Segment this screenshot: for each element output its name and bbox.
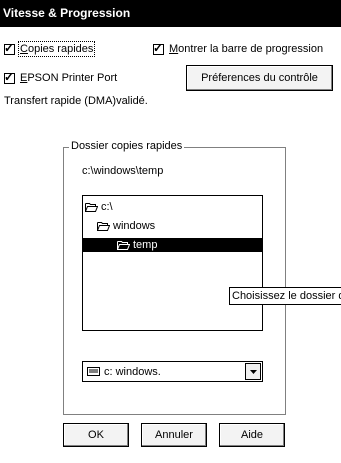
help-button[interactable]: Aide <box>219 423 285 447</box>
check-mark-icon: ✓ <box>4 40 15 55</box>
tree-item-label: windows <box>113 220 156 232</box>
tree-item-c-root[interactable]: c:\ <box>85 200 113 214</box>
ok-button-label: OK <box>88 429 104 441</box>
epson-port-checkbox[interactable]: ✓ EPSON Printer Port <box>4 69 118 84</box>
cancel-button[interactable]: Annuler <box>141 423 207 447</box>
checkbox-box[interactable]: ✓ <box>4 40 15 55</box>
current-path-text: c:\windows\temp <box>82 165 164 177</box>
check-mark-icon: ✓ <box>4 69 15 84</box>
drive-select-value: c: windows. <box>104 365 161 378</box>
drive-icon <box>87 367 100 376</box>
check-mark-icon: ✓ <box>153 40 164 55</box>
tooltip-text: Choisissez le dossier de <box>232 290 341 302</box>
montrer-barre-label: Montrer la barre de progression <box>169 43 324 55</box>
open-folder-icon <box>117 241 130 250</box>
dropdown-arrow-button[interactable] <box>245 363 261 380</box>
window-title: Vitesse & Progression <box>3 6 131 20</box>
title-bar: Vitesse & Progression <box>0 0 341 27</box>
folder-group-label: Dossier copies rapides <box>69 140 185 152</box>
dialog-panel: ✓ Copies rapides ✓ Montrer la barre de p… <box>0 27 341 463</box>
tree-item-windows[interactable]: windows <box>97 219 155 233</box>
folder-tree-list[interactable]: c:\ windows temp <box>82 195 263 331</box>
dma-status-text: Transfert rapide (DMA)validé. <box>4 95 148 107</box>
copies-rapides-checkbox[interactable]: ✓ Copies rapides <box>4 40 96 57</box>
tree-item-label: c:\ <box>101 201 113 213</box>
cancel-button-label: Annuler <box>155 429 193 441</box>
chevron-down-icon <box>249 369 257 374</box>
drive-select[interactable]: c: windows. <box>82 361 263 382</box>
tree-item-temp[interactable]: temp <box>83 238 262 252</box>
ok-button[interactable]: OK <box>63 423 129 447</box>
copies-rapides-label: Copies rapides <box>17 41 96 57</box>
folder-tooltip: Choisissez le dossier de <box>229 287 341 305</box>
checkbox-box[interactable]: ✓ <box>153 40 164 55</box>
montrer-barre-checkbox[interactable]: ✓ Montrer la barre de progression <box>153 40 324 55</box>
preferences-button-label: Préferences du contrôle <box>201 72 318 84</box>
open-folder-icon <box>97 222 110 231</box>
open-folder-icon <box>85 203 98 212</box>
checkbox-box[interactable]: ✓ <box>4 69 15 84</box>
epson-port-label: EPSON Printer Port <box>20 72 118 84</box>
tree-item-label: temp <box>133 239 158 251</box>
help-button-label: Aide <box>240 429 264 441</box>
preferences-button[interactable]: Préferences du contrôle <box>186 65 333 91</box>
